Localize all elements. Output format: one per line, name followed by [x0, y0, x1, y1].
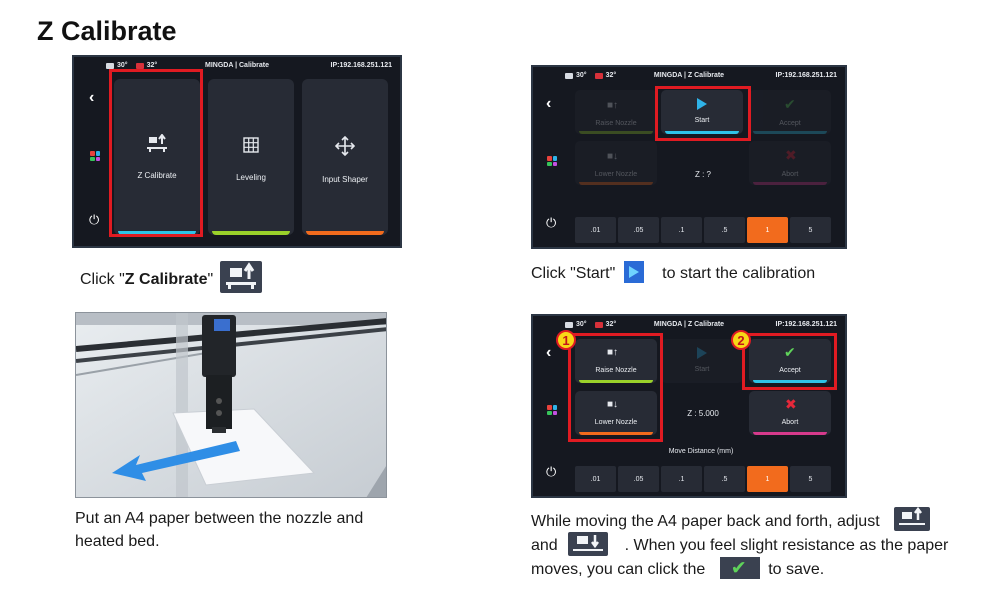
distance-selector: .01 .05 .1 .5 1 5	[575, 466, 831, 492]
lower-nozzle-icon: ■↓	[607, 151, 619, 162]
check-icon: ✔	[719, 556, 760, 579]
ip-address: IP:192.168.251.121	[775, 72, 838, 79]
lower-nozzle-icon	[568, 532, 609, 556]
distance-selector: .01 .05 .1 .5 1 5	[575, 217, 831, 243]
play-icon	[623, 260, 644, 283]
highlight-box	[655, 86, 751, 141]
distance-option[interactable]: .01	[575, 466, 616, 492]
raise-nozzle-button[interactable]: ■↑ Raise Nozzle	[575, 90, 657, 134]
check-icon: ✔	[784, 96, 796, 112]
apps-icon[interactable]	[547, 156, 557, 166]
accept-button[interactable]: ✔ Accept	[749, 90, 831, 134]
caption-step4: While moving the A4 paper back and forth…	[531, 506, 948, 581]
card-label: Input Shaper	[322, 175, 368, 184]
grid-icon	[243, 137, 259, 153]
status-bar: 30° 32° MINGDA | Z Calibrate IP:192.168.…	[533, 67, 845, 87]
raise-nozzle-icon	[894, 506, 931, 531]
back-icon[interactable]: ‹	[546, 344, 551, 362]
distance-option[interactable]: .1	[661, 217, 702, 243]
ip-address: IP:192.168.251.121	[775, 321, 838, 328]
distance-option[interactable]: .05	[618, 217, 659, 243]
distance-option[interactable]: 5	[790, 217, 831, 243]
apps-icon[interactable]	[547, 405, 557, 415]
distance-option-active[interactable]: 1	[747, 217, 788, 243]
card-accent-bar	[306, 231, 384, 235]
z-value: Z : ?	[694, 170, 711, 179]
caption-step3: Put an A4 paper between the nozzle and h…	[75, 510, 364, 550]
step-badge-1: 1	[556, 330, 576, 350]
z-calibrate-icon	[219, 261, 262, 293]
abort-button[interactable]: ✖ Abort	[749, 141, 831, 185]
lower-nozzle-button[interactable]: ■↓ Lower Nozzle	[575, 141, 657, 185]
nozzle-paper-illustration	[76, 313, 386, 497]
power-icon[interactable]: ⏻	[546, 215, 556, 231]
power-icon[interactable]: ⏻	[89, 212, 99, 228]
page-title: Z Calibrate	[37, 16, 177, 46]
power-icon[interactable]: ⏻	[546, 464, 556, 480]
input-shaper-card[interactable]: Input Shaper	[302, 79, 388, 235]
distance-option[interactable]: 5	[790, 466, 831, 492]
start-button[interactable]: Start	[661, 339, 743, 383]
leveling-card[interactable]: Leveling	[208, 79, 294, 235]
move-distance-label: Move Distance (mm)	[668, 448, 734, 455]
distance-option[interactable]: .5	[704, 217, 745, 243]
raise-nozzle-icon: ■↑	[607, 100, 619, 111]
ip-address: IP:192.168.251.121	[330, 62, 393, 69]
move-arrows-icon	[335, 136, 355, 156]
highlight-box	[109, 69, 203, 237]
x-icon: ✖	[785, 396, 797, 412]
distance-option[interactable]: .1	[661, 466, 702, 492]
highlight-box	[742, 333, 837, 390]
caption-step1: Click "Z Calibrate"	[80, 261, 262, 296]
z-value: Z : 5.000	[687, 409, 719, 418]
card-label: Leveling	[236, 173, 266, 182]
distance-option[interactable]: .5	[704, 466, 745, 492]
back-icon[interactable]: ‹	[546, 95, 551, 113]
distance-option[interactable]: .05	[618, 466, 659, 492]
distance-option-active[interactable]: 1	[747, 466, 788, 492]
caption-step2: Click "Start" to start the calibration	[531, 260, 815, 285]
abort-button[interactable]: ✖ Abort	[749, 391, 831, 435]
step-badge-2: 2	[731, 330, 751, 350]
card-accent-bar	[212, 231, 290, 235]
distance-option[interactable]: .01	[575, 217, 616, 243]
x-icon: ✖	[785, 147, 797, 163]
highlight-box	[568, 333, 663, 442]
back-icon[interactable]: ‹	[89, 89, 94, 107]
apps-icon[interactable]	[90, 151, 100, 161]
play-icon	[697, 347, 707, 359]
printer-photo	[75, 312, 387, 498]
